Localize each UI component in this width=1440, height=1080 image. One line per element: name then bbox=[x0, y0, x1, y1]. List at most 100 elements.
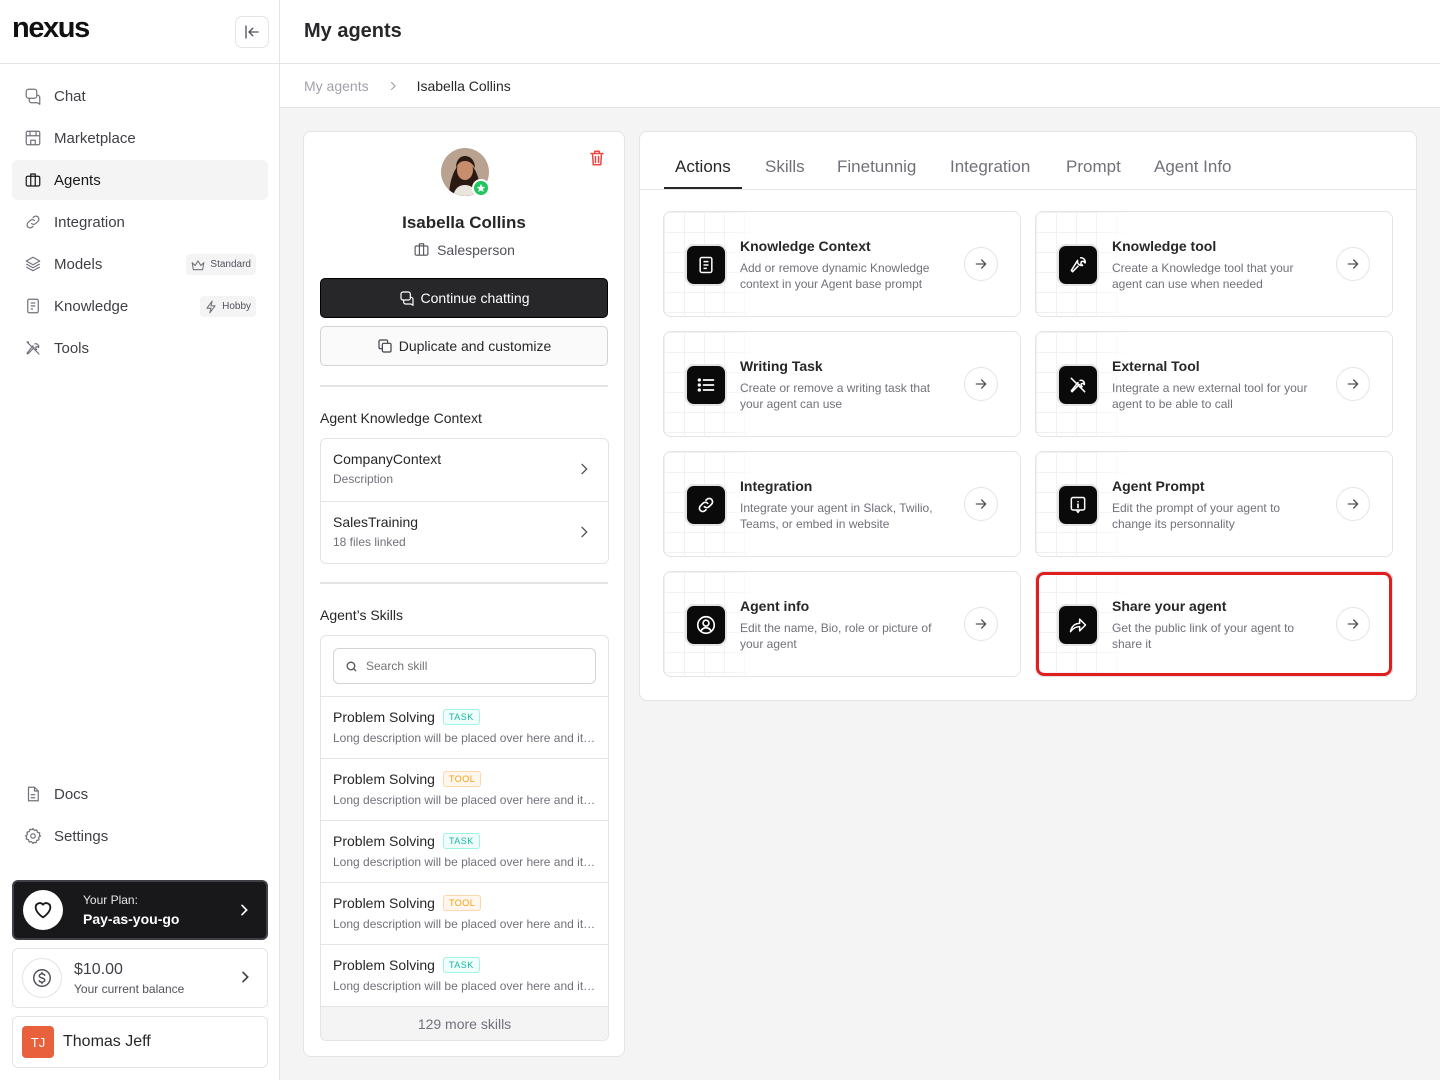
tab-agent-info[interactable]: Agent Info bbox=[1154, 157, 1232, 177]
duplicate-customize-button[interactable]: Duplicate and customize bbox=[320, 326, 608, 366]
skill-desc: Long description will be placed over her… bbox=[333, 855, 596, 869]
list-item[interactable]: Problem Solving TASK Long description wil… bbox=[321, 696, 608, 758]
tools-icon bbox=[26, 341, 40, 355]
tab-integration[interactable]: Integration bbox=[950, 157, 1030, 177]
skills-title: Agent’s Skills bbox=[320, 607, 404, 623]
balance-card[interactable]: $10.00 Your current balance bbox=[12, 948, 268, 1008]
trash-icon[interactable] bbox=[588, 149, 606, 167]
sidebar-item-integration[interactable]: Integration bbox=[12, 202, 268, 242]
action-title: Integration bbox=[740, 478, 813, 494]
breadcrumb: My agents Isabella Collins bbox=[280, 64, 1440, 108]
action-card-writing-task[interactable]: Writing Task Create or remove a writing … bbox=[663, 331, 1021, 437]
arrow-right-icon[interactable] bbox=[1336, 247, 1370, 281]
list-item-title: SalesTraining bbox=[333, 514, 419, 530]
share-icon bbox=[1059, 606, 1097, 644]
sidebar-item-models[interactable]: Models Standard bbox=[12, 244, 268, 284]
actions-panel: Actions Skills Finetunnig Integration Pr… bbox=[639, 131, 1417, 701]
tab-finetuning[interactable]: Finetunnig bbox=[837, 157, 916, 177]
action-title: Share your agent bbox=[1112, 598, 1227, 614]
bolt-icon bbox=[206, 300, 216, 313]
action-title: Agent info bbox=[740, 598, 810, 614]
sidebar-nav: Chat Marketplace Agents Integration Mode… bbox=[12, 76, 268, 370]
sidebar-item-knowledge[interactable]: Knowledge Hobby bbox=[12, 286, 268, 326]
search-input[interactable] bbox=[366, 659, 586, 673]
wrench-icon bbox=[1059, 246, 1097, 284]
list-item[interactable]: SalesTraining 18 files linked bbox=[321, 501, 608, 563]
list-item[interactable]: Problem Solving TOOL Long description wil… bbox=[321, 882, 608, 944]
arrow-right-icon[interactable] bbox=[964, 607, 998, 641]
action-card-agent-prompt[interactable]: Agent Prompt Edit the prompt of your age… bbox=[1035, 451, 1393, 557]
sidebar-item-marketplace[interactable]: Marketplace bbox=[12, 118, 268, 158]
verified-badge-icon bbox=[472, 179, 490, 197]
plan-badge-standard: Standard bbox=[186, 254, 256, 275]
sidebar-item-label: Models bbox=[54, 255, 103, 273]
link-icon bbox=[687, 486, 725, 524]
skill-desc: Long description will be placed over her… bbox=[333, 793, 596, 807]
action-card-agent-info[interactable]: Agent info Edit the name, Bio, role or p… bbox=[663, 571, 1021, 677]
briefcase-icon bbox=[414, 243, 429, 256]
skill-desc: Long description will be placed over her… bbox=[333, 917, 596, 931]
list-item-desc: 18 files linked bbox=[333, 535, 406, 549]
action-card-integration[interactable]: Integration Integrate your agent in Slac… bbox=[663, 451, 1021, 557]
collapse-left-icon bbox=[245, 25, 259, 39]
plan-card[interactable]: Your Plan: Pay-as-you-go bbox=[12, 880, 268, 940]
divider bbox=[320, 385, 608, 387]
action-title: Knowledge Context bbox=[740, 238, 871, 254]
prompt-icon bbox=[1059, 486, 1097, 524]
skill-title: Problem Solving bbox=[333, 833, 435, 849]
balance-caption: Your current balance bbox=[74, 981, 185, 996]
breadcrumb-parent-link[interactable]: My agents bbox=[304, 78, 369, 94]
doc-icon bbox=[27, 786, 39, 802]
action-card-knowledge-tool[interactable]: Knowledge tool Create a Knowledge tool t… bbox=[1035, 211, 1393, 317]
arrow-right-icon[interactable] bbox=[964, 487, 998, 521]
action-desc: Integrate a new external tool for your a… bbox=[1112, 381, 1308, 411]
more-skills-link[interactable]: 129 more skills bbox=[321, 1006, 608, 1040]
action-card-knowledge-context[interactable]: Knowledge Context Add or remove dynamic … bbox=[663, 211, 1021, 317]
nexus-logo[interactable]: nexus bbox=[12, 12, 90, 45]
skill-tag: TASK bbox=[442, 957, 480, 973]
sidebar-item-agents[interactable]: Agents bbox=[12, 160, 268, 200]
knowledge-context-title: Agent Knowledge Context bbox=[320, 410, 482, 426]
skill-title: Problem Solving bbox=[333, 895, 435, 911]
list-item[interactable]: Problem Solving TASK Long description wil… bbox=[321, 820, 608, 882]
search-field[interactable] bbox=[333, 648, 596, 684]
avatar: TJ bbox=[22, 1026, 54, 1058]
arrow-right-icon[interactable] bbox=[1336, 367, 1370, 401]
sidebar-item-label: Knowledge bbox=[54, 297, 129, 315]
list-item[interactable]: Problem Solving TOOL Long description wil… bbox=[321, 758, 608, 820]
list-icon bbox=[687, 366, 725, 404]
arrow-right-icon[interactable] bbox=[1336, 487, 1370, 521]
chevron-right-icon bbox=[581, 463, 588, 475]
page-title: My agents bbox=[304, 20, 402, 42]
tab-actions[interactable]: Actions bbox=[675, 157, 731, 177]
sidebar-item-chat[interactable]: Chat bbox=[12, 76, 268, 116]
tab-prompt[interactable]: Prompt bbox=[1066, 157, 1121, 177]
arrow-right-icon[interactable] bbox=[964, 247, 998, 281]
action-card-share-agent[interactable]: Share your agent Get the public link of … bbox=[1035, 571, 1393, 677]
action-card-external-tool[interactable]: External Tool Integrate a new external t… bbox=[1035, 331, 1393, 437]
continue-chatting-button[interactable]: Continue chatting bbox=[320, 278, 608, 318]
store-icon bbox=[25, 130, 41, 146]
arrow-right-icon[interactable] bbox=[1336, 607, 1370, 641]
sidebar-item-label: Integration bbox=[54, 213, 125, 231]
user-profile[interactable]: TJ Thomas Jeff bbox=[12, 1016, 268, 1068]
list-item[interactable]: Problem Solving TASK Long description wil… bbox=[321, 944, 608, 1006]
sidebar-item-settings[interactable]: Settings bbox=[12, 816, 268, 856]
list-item[interactable]: CompanyContext Description bbox=[321, 439, 608, 501]
user-name: Thomas Jeff bbox=[63, 1033, 151, 1050]
plan-caption: Your Plan: bbox=[83, 893, 138, 907]
arrow-right-icon[interactable] bbox=[964, 367, 998, 401]
gear-icon bbox=[24, 827, 42, 845]
tab-skills[interactable]: Skills bbox=[765, 157, 805, 177]
document-icon bbox=[687, 246, 725, 284]
button-label: Duplicate and customize bbox=[398, 338, 552, 354]
tools-icon bbox=[1059, 366, 1097, 404]
chevron-right-icon bbox=[581, 526, 588, 538]
sidebar-item-docs[interactable]: Docs bbox=[12, 774, 268, 814]
action-desc: Edit the name, Bio, role or picture of y… bbox=[740, 621, 932, 651]
sidebar-item-tools[interactable]: Tools bbox=[12, 328, 268, 368]
collapse-sidebar-button[interactable] bbox=[235, 16, 269, 48]
balance-amount: $10.00 bbox=[74, 960, 123, 978]
agent-name: Isabella Collins bbox=[402, 213, 526, 232]
layers-icon bbox=[25, 256, 41, 272]
